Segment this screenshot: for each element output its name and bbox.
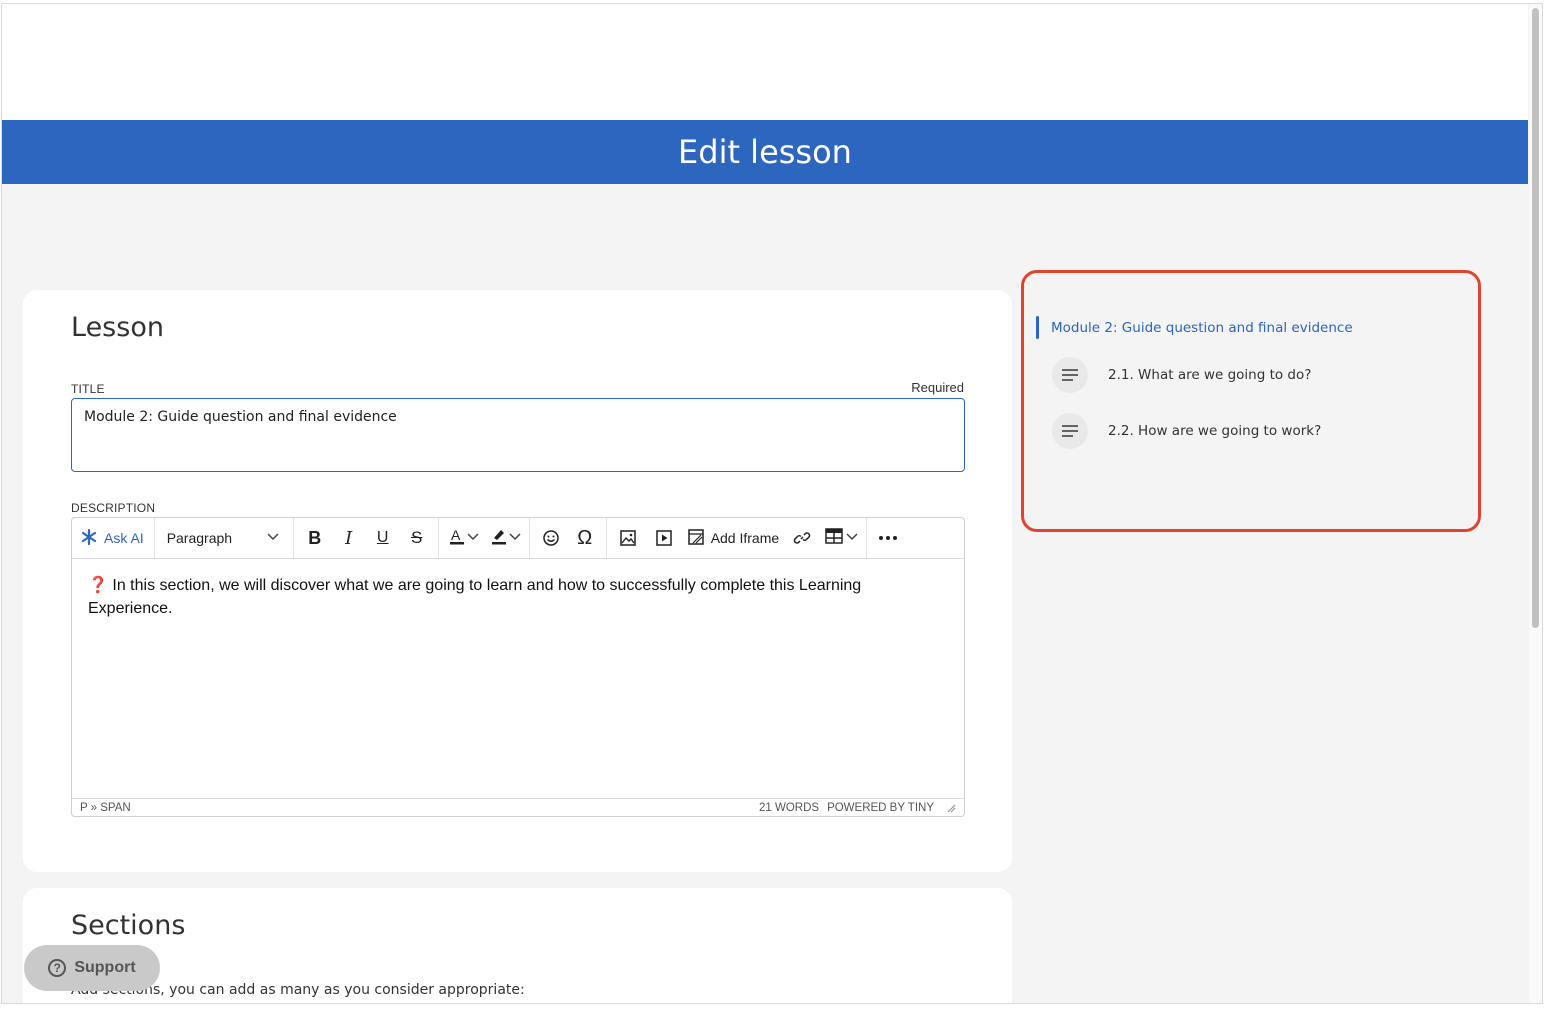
page-header-banner: Edit lesson [2,120,1528,184]
question-mark-emoji: ❓ [88,577,108,594]
support-button[interactable]: ? Support [24,945,160,991]
editor-content-area[interactable]: ❓ In this section, we will discover what… [88,574,904,620]
iframe-icon [687,528,705,549]
svg-text:A: A [451,527,461,543]
editor-content-text: In this section, we will discover what w… [88,577,862,617]
toolbar-group-more [867,518,909,558]
description-editor: Ask AI Paragraph B I U S A Ω Add Iframe … [71,517,965,817]
toolbar-group-text-style: B I U S [294,518,439,558]
strikethrough-icon[interactable]: S [402,522,432,554]
chevron-down-icon [846,532,858,544]
toolbar-group-ai: Ask AI [72,518,155,558]
add-iframe-button[interactable]: Add Iframe [685,522,781,554]
top-blank-area [2,4,1528,120]
required-label: Required [911,380,964,395]
editor-toolbar: Ask AI Paragraph B I U S A Ω Add Iframe [72,518,964,559]
sections-card: Sections Add sections, you can add as ma… [23,888,1012,1003]
emoji-icon[interactable] [536,522,566,554]
table-icon [825,528,843,548]
toolbar-group-media: Add Iframe [607,518,868,558]
highlight-annotation-box [1021,270,1481,532]
word-count[interactable]: 21 WORDS [759,802,819,814]
lesson-card: Lesson TITLE Required Module 2: Guide qu… [23,290,1012,872]
title-label: TITLE [71,382,105,396]
table-button[interactable] [823,522,860,554]
title-input[interactable]: Module 2: Guide question and final evide… [71,398,965,472]
chevron-down-icon [267,532,279,544]
editor-statusbar: P » SPAN 21 WORDS POWERED BY TINY [72,798,964,816]
page-title: Edit lesson [678,133,852,171]
ask-ai-button[interactable]: Ask AI [76,522,148,554]
app-frame: Edit lesson Lesson TITLE Required Module… [1,3,1543,1004]
more-icon[interactable] [873,522,903,554]
paragraph-select[interactable]: Paragraph [161,522,287,554]
lesson-heading: Lesson [71,312,164,343]
sparkle-icon [80,528,98,549]
underline-icon[interactable]: U [368,522,398,554]
support-label: Support [74,959,136,976]
element-path[interactable]: P » SPAN [80,802,131,814]
highlight-color-button[interactable] [487,522,523,554]
text-color-button[interactable]: A [445,522,481,554]
toolbar-group-format: Paragraph [155,518,294,558]
link-icon[interactable] [787,522,817,554]
sections-heading: Sections [71,910,186,941]
status-right: 21 WORDS POWERED BY TINY [759,802,956,814]
chevron-down-icon [467,532,479,544]
bold-icon[interactable]: B [300,522,330,554]
special-character-icon[interactable]: Ω [570,522,600,554]
video-icon[interactable] [649,522,679,554]
toolbar-group-colors: A [439,518,530,558]
chevron-down-icon [509,532,521,544]
add-iframe-label: Add Iframe [710,530,780,546]
italic-icon[interactable]: I [334,522,364,554]
highlighter-icon [489,526,509,550]
text-color-icon: A [447,526,467,550]
toolbar-group-insert-chars: Ω [530,518,607,558]
powered-by-link[interactable]: POWERED BY TINY [827,802,934,814]
scrollbar-thumb[interactable] [1532,8,1539,628]
paragraph-select-label: Paragraph [166,530,233,546]
description-label: DESCRIPTION [71,501,156,515]
ask-ai-label: Ask AI [104,530,144,546]
help-icon: ? [48,959,67,977]
image-icon[interactable] [613,522,643,554]
resize-handle-icon[interactable] [946,803,956,813]
